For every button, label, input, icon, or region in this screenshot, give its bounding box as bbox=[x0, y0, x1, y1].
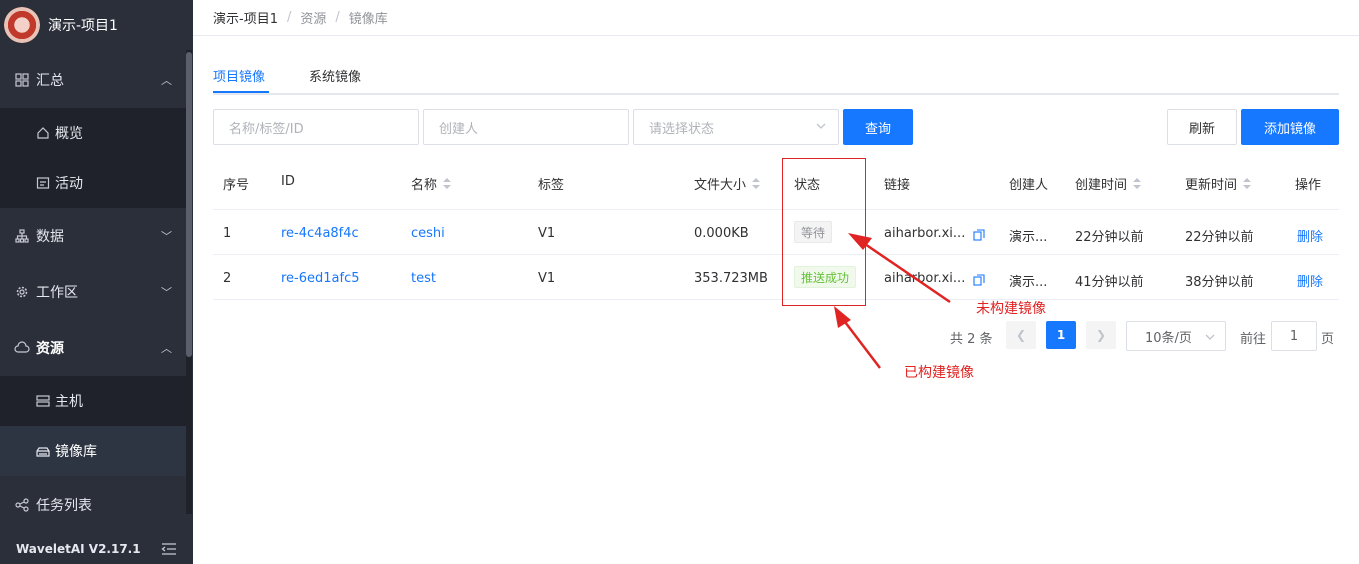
page-size-select[interactable]: 10条/页 bbox=[1126, 321, 1226, 351]
goto-label: 前往 bbox=[1240, 332, 1267, 347]
page-number-button[interactable]: 1 bbox=[1046, 321, 1076, 349]
next-page-button[interactable]: ❯ bbox=[1086, 321, 1116, 349]
prev-page-button[interactable]: ❮ bbox=[1006, 321, 1036, 349]
page-unit-label: 页 bbox=[1321, 332, 1335, 347]
pagination-total: 共 2 条 bbox=[950, 332, 993, 347]
annotation-built: 已构建镜像 bbox=[904, 365, 974, 381]
annotation-unbuilt: 未构建镜像 bbox=[976, 301, 1046, 317]
page-size-value: 10条/页 bbox=[1145, 330, 1192, 346]
annotation-arrows bbox=[834, 233, 951, 369]
goto-page-input[interactable]: 1 bbox=[1271, 321, 1317, 351]
chevron-down-icon bbox=[1205, 331, 1215, 346]
